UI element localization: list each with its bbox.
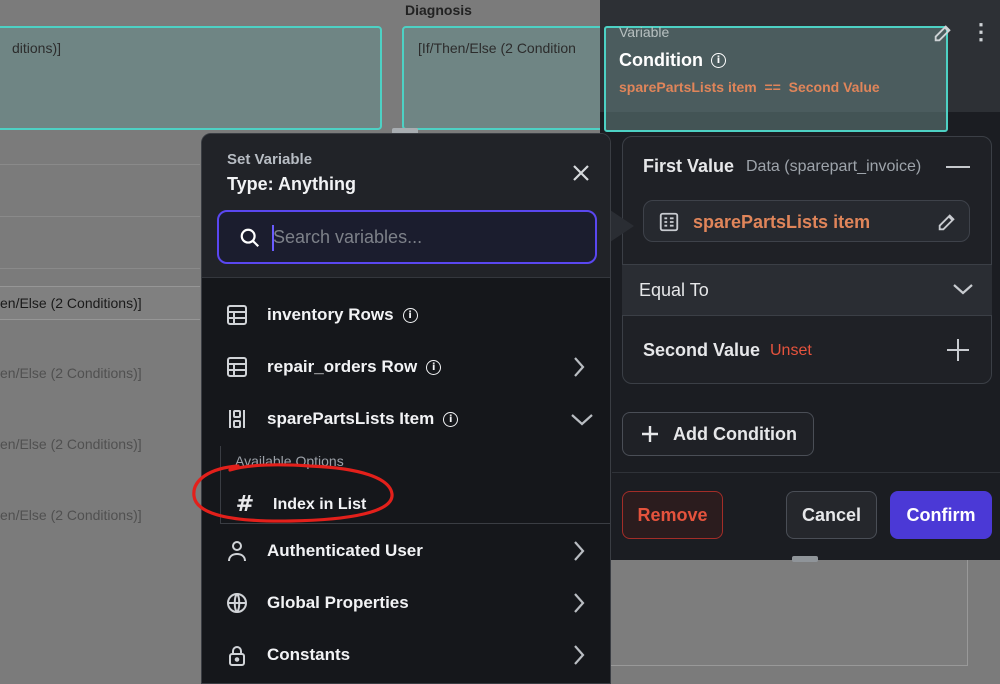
close-icon[interactable]	[570, 162, 592, 184]
chevron-right-icon[interactable]	[572, 644, 586, 666]
background-card-text: ditions)]	[12, 40, 62, 56]
background-divider	[0, 268, 200, 269]
diagnosis-column-header: Diagnosis	[405, 2, 472, 18]
background-divider	[0, 164, 200, 165]
chevron-down-icon[interactable]	[570, 412, 594, 428]
add-value-icon[interactable]	[944, 336, 972, 364]
search-box	[217, 210, 597, 264]
add-condition-button[interactable]: Add Condition	[622, 412, 814, 456]
operator-label: Equal To	[639, 280, 709, 300]
background-row[interactable]: en/Else (2 Conditions)]	[0, 499, 200, 533]
resize-handle[interactable]	[792, 556, 818, 562]
background-row-text: en/Else (2 Conditions)]	[0, 365, 142, 381]
background-card-left[interactable]: ditions)]	[0, 26, 382, 130]
list-item-icon	[658, 211, 680, 233]
background-row[interactable]: en/Else (2 Conditions)]	[0, 357, 200, 391]
variable-item-constants[interactable]: Constants	[202, 630, 610, 682]
chevron-right-icon[interactable]	[572, 592, 586, 614]
variable-item-repair-orders-row[interactable]: repair_orders Row i	[202, 342, 610, 394]
available-options: Available Options # Index in List	[220, 446, 610, 524]
condition-title: Condition i	[619, 50, 726, 71]
edit-icon[interactable]	[932, 22, 954, 44]
variable-item-label: Global Properties	[267, 593, 409, 612]
info-icon[interactable]: i	[443, 411, 459, 427]
lock-icon	[226, 644, 248, 666]
variable-item-label: Authenticated User	[267, 541, 423, 560]
list-item-icon	[226, 408, 248, 430]
confirm-button[interactable]: Confirm	[890, 491, 992, 539]
cancel-button[interactable]: Cancel	[786, 491, 877, 539]
variable-item-label: repair_orders Row i	[267, 357, 442, 377]
info-icon[interactable]: i	[402, 307, 418, 323]
text-cursor	[272, 225, 274, 251]
item-text: repair_orders Row	[267, 357, 418, 376]
first-value-label: First Value	[643, 156, 735, 176]
popup-pointer	[610, 210, 634, 242]
available-options-label: Available Options	[235, 453, 344, 469]
variable-item-spare-parts-lists-item[interactable]: sparePartsLists Item i	[202, 394, 610, 446]
popup-title: Type: Anything	[227, 174, 356, 194]
option-index-in-list[interactable]: # Index in List	[235, 492, 367, 517]
chevron-right-icon[interactable]	[572, 356, 586, 378]
condition-title-text: Condition	[619, 50, 703, 70]
hash-icon: #	[235, 492, 255, 517]
option-label: Index in List	[273, 495, 367, 513]
background-divider	[0, 216, 200, 217]
variable-item-label: inventory Rows i	[267, 305, 418, 325]
background-row[interactable]: en/Else (2 Conditions)]	[0, 286, 200, 320]
second-value-status: Unset	[770, 342, 812, 359]
background-row-text: en/Else (2 Conditions)]	[0, 436, 142, 452]
set-variable-popup: Set Variable Type: Anything inventory Ro…	[201, 133, 611, 684]
chevron-down-icon[interactable]	[952, 281, 974, 297]
info-icon[interactable]: i	[710, 53, 726, 68]
second-value-label: Second Value	[643, 340, 761, 360]
user-icon	[226, 540, 248, 562]
background-row[interactable]: en/Else (2 Conditions)]	[0, 428, 200, 462]
first-value-source: Data (sparepart_invoice)	[746, 158, 922, 175]
variable-item-global-properties[interactable]: Global Properties	[202, 578, 610, 630]
chevron-right-icon[interactable]	[572, 540, 586, 562]
add-condition-label: Add Condition	[673, 423, 797, 444]
table-icon	[226, 356, 248, 378]
background-frame	[610, 556, 968, 666]
first-value-text: sparePartsLists item	[693, 212, 871, 232]
item-text: sparePartsLists Item	[267, 409, 435, 428]
plus-icon	[641, 425, 659, 443]
search-icon	[239, 227, 261, 249]
variable-label: Variable	[619, 24, 670, 40]
globe-icon	[226, 592, 248, 614]
more-options-icon[interactable]: ⋮	[970, 20, 992, 46]
table-icon	[226, 304, 248, 326]
condition-expression: sparePartsLists item == Second Value	[619, 79, 880, 95]
edit-value-icon[interactable]	[936, 211, 958, 233]
variable-item-label: sparePartsLists Item i	[267, 409, 459, 429]
divider	[612, 472, 1000, 473]
first-value-field[interactable]: sparePartsLists item	[643, 200, 970, 242]
remove-button[interactable]: Remove	[622, 491, 723, 539]
background-card-diagnosis[interactable]: [If/Then/Else (2 Condition	[402, 26, 612, 130]
background-row-text: en/Else (2 Conditions)]	[0, 295, 142, 311]
popup-header: Set Variable Type: Anything	[202, 134, 610, 278]
popup-subtitle: Set Variable	[227, 151, 313, 168]
background-row-text: en/Else (2 Conditions)]	[0, 507, 142, 523]
variable-item-label: Constants	[267, 645, 351, 664]
info-icon[interactable]: i	[426, 359, 442, 375]
variable-item-authenticated-user[interactable]: Authenticated User	[202, 526, 610, 578]
remove-value-icon[interactable]	[946, 166, 970, 168]
item-text: inventory Rows	[267, 305, 394, 324]
search-input[interactable]	[271, 223, 571, 251]
background-card-text: [If/Then/Else (2 Condition	[418, 40, 576, 56]
variable-item-inventory-rows[interactable]: inventory Rows i	[202, 290, 610, 342]
